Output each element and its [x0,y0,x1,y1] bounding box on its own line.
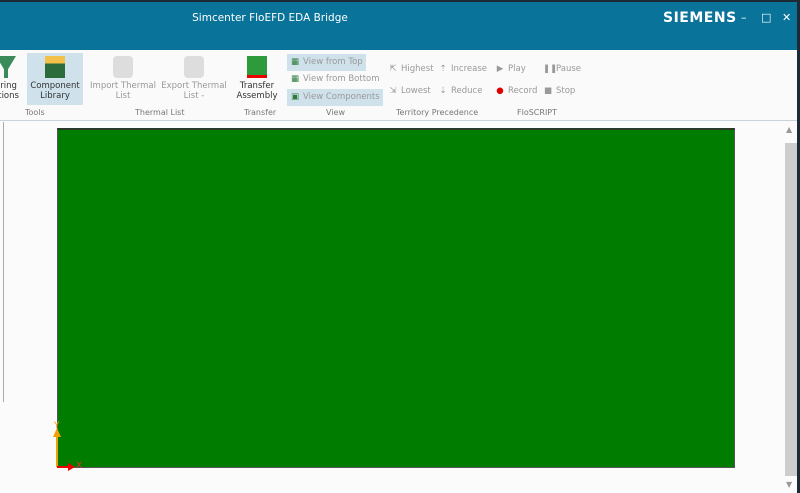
group-thermal-list: Thermal List [135,108,185,117]
view-from-top-label: View from Top [303,57,363,67]
import-thermal-list-button[interactable]: Import Thermal List [90,53,156,105]
pause-label: Pause [556,64,581,74]
increase-icon: ⇡ [439,64,447,74]
highest-button[interactable]: ⇱ Highest [385,61,437,78]
import-icon [113,56,133,78]
vertical-scrollbar[interactable]: ▲ ▼ [785,122,797,493]
minimize-button[interactable]: – [741,11,747,24]
left-panel [0,122,4,402]
x-axis-arrowhead [68,463,75,471]
components-icon: ▣ [290,92,300,102]
reduce-icon: ⇣ [439,86,447,96]
filtering-label-2: ations [0,91,19,101]
board-bottom-icon: ▦ [290,74,300,84]
record-button[interactable]: ● Record [492,83,540,100]
group-view: View [326,108,345,117]
transfer-icon [247,56,267,78]
component-library-label: Component [30,81,80,91]
lowest-icon: ⇲ [389,86,397,96]
play-label: Play [508,64,526,74]
group-transfer: Transfer [244,108,277,117]
close-button[interactable]: ✕ [782,11,791,24]
board-top-icon: ▦ [290,57,300,67]
component-library-label-2: Library [40,91,70,101]
view-from-bottom-button[interactable]: ▦ View from Bottom [287,71,383,88]
filter-icon [0,56,16,78]
import-label: Import Thermal [90,81,156,91]
increase-label: Increase [451,64,487,74]
reduce-button[interactable]: ⇣ Reduce [435,83,485,100]
lowest-label: Lowest [401,86,431,96]
title-bar: Simcenter FloEFD EDA Bridge SIEMENS – □ … [0,0,800,50]
component-library-button[interactable]: Component Library [27,53,83,105]
play-icon: ▶ [496,64,504,74]
view-components-button[interactable]: ▣ View Components [287,89,383,106]
reduce-label: Reduce [451,86,483,96]
scroll-up-icon[interactable]: ▲ [786,125,792,134]
filtering-label: ering [0,81,17,91]
play-button[interactable]: ▶ Play [492,61,529,78]
stop-label: Stop [556,86,576,96]
highest-icon: ⇱ [389,64,397,74]
siemens-logo: SIEMENS [663,10,737,26]
view-components-label: View Components [303,92,380,102]
export-label: Export Thermal [161,81,227,91]
increase-button[interactable]: ⇡ Increase [435,61,490,78]
view-from-bottom-label: View from Bottom [303,74,380,84]
export-label-2: List - [183,91,205,101]
group-floscript: FloSCRIPT [517,108,558,117]
pause-icon: ❚❚ [543,64,558,74]
record-icon: ● [496,86,504,96]
stop-button[interactable]: ■ Stop [540,83,578,100]
pause-button[interactable]: ❚❚Pause [540,61,584,78]
stop-icon: ■ [543,86,553,96]
y-axis-label: Y [54,421,60,431]
component-library-icon [45,56,65,78]
transfer-assembly-button[interactable]: Transfer Assembly [234,53,280,105]
record-label: Record [508,86,538,96]
x-axis-label: X [76,461,83,471]
import-label-2: List [115,91,131,101]
export-thermal-list-button[interactable]: Export Thermal List - [160,53,228,105]
export-icon [184,56,204,78]
group-territory-precedence: Territory Precedence [396,108,479,117]
scroll-down-icon[interactable]: ▼ [786,480,792,489]
window-title: Simcenter FloEFD EDA Bridge [192,12,348,24]
lowest-button[interactable]: ⇲ Lowest [385,83,434,100]
highest-label: Highest [401,64,434,74]
transfer-label: Transfer [239,81,275,91]
transfer-label-2: Assembly [236,91,278,101]
maximize-button[interactable]: □ [761,11,771,24]
group-tools: Tools [25,108,45,117]
scrollbar-thumb[interactable] [785,143,797,476]
view-from-top-button[interactable]: ▦ View from Top [287,54,366,71]
filtering-button[interactable]: ering ations [0,53,20,105]
ribbon: ering ations Component Library Tools Imp… [0,50,800,121]
pcb-board[interactable] [57,128,735,468]
